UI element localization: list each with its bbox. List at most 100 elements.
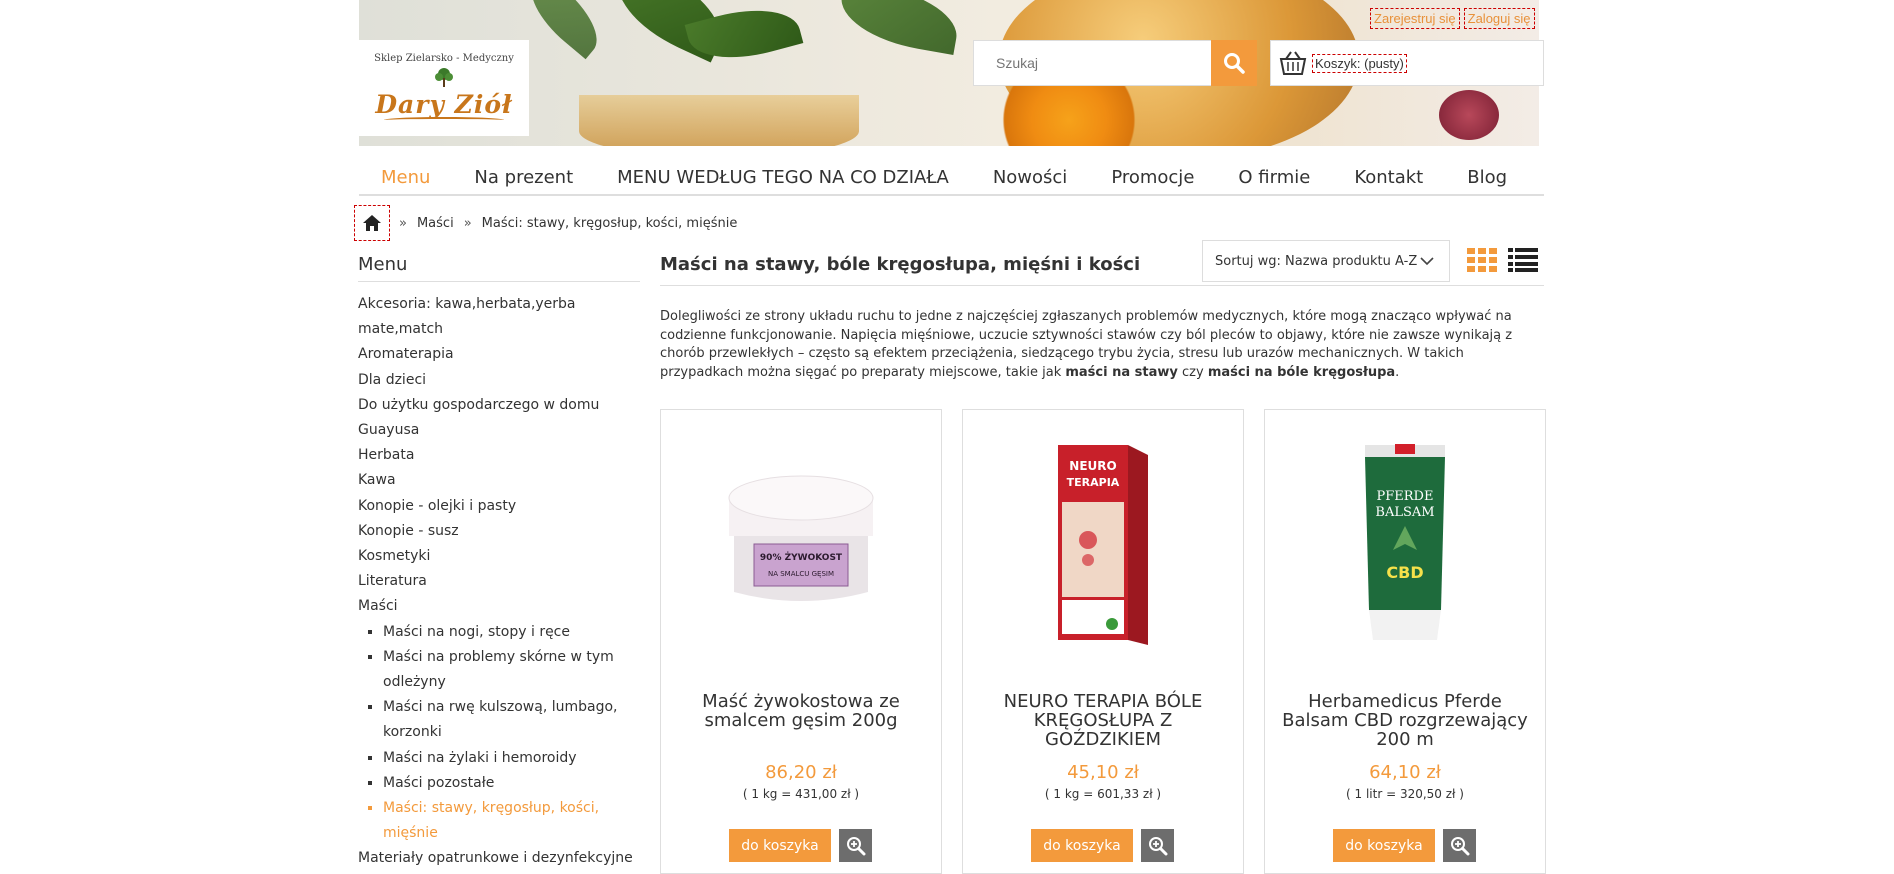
logo-tagline: Sklep Zielarsko - Medyczny	[374, 53, 514, 64]
zoom-icon	[1148, 836, 1167, 855]
category-item[interactable]: Aromaterapia	[358, 342, 640, 367]
product-image[interactable]: PFERDE BALSAM CBD	[1265, 410, 1545, 680]
sort-select-label: Sortuj wg: Nazwa produktu A-Z	[1215, 253, 1418, 269]
sidebar-title: Menu	[358, 254, 640, 282]
category-item[interactable]: Kawa	[358, 468, 640, 493]
description-bold: maści na bóle kręgosłupa	[1207, 364, 1396, 380]
cart-widget[interactable]: Koszyk: (pusty)	[1270, 40, 1544, 86]
category-item[interactable]: Konopie - olejki i pasty	[358, 494, 640, 519]
ointment-box-image: NEURO TERAPIA	[1058, 445, 1148, 645]
jar-label-sub: NA SMALCU GĘSIM	[768, 570, 834, 578]
list-view-icon[interactable]	[1508, 248, 1538, 272]
product-card[interactable]: 90% ŻYWOKOST NA SMALCU GĘSIM Maść żywoko…	[660, 409, 942, 874]
category-item[interactable]: Herbata	[358, 443, 640, 468]
nav-item-blog[interactable]: Blog	[1445, 160, 1529, 194]
category-item[interactable]: Materiały opatrunkowe i dezynfekcyjne	[358, 846, 640, 871]
box-label-main: NEURO	[1069, 459, 1116, 473]
subcategory-item[interactable]: Maści na rwę kulszową, lumbago, korzonki	[383, 695, 640, 745]
product-card[interactable]: PFERDE BALSAM CBD Herbamedicus Pferde Ba…	[1264, 409, 1546, 874]
product-price: 86,20 zł	[765, 762, 837, 783]
grid-view-icon[interactable]	[1467, 248, 1497, 272]
site-logo[interactable]: Sklep Zielarsko - Medyczny Dary Ziół	[359, 40, 529, 136]
product-name[interactable]: Maść żywokostowa ze smalcem gęsim 200g	[671, 692, 931, 730]
breadcrumb-item-masci[interactable]: Maści	[417, 216, 454, 231]
nav-item-na-prezent[interactable]: Na prezent	[452, 160, 595, 194]
product-name[interactable]: Herbamedicus Pferde Balsam CBD rozgrzewa…	[1275, 692, 1535, 749]
logo-name: Dary Ziół	[375, 90, 513, 119]
nav-item-nowosci[interactable]: Nowości	[971, 160, 1090, 194]
home-icon	[363, 215, 381, 231]
zoom-icon	[846, 836, 865, 855]
description-bold: maści na stawy	[1065, 364, 1178, 380]
category-item-masci[interactable]: Maści Maści na nogi, stopy i ręce Maści …	[358, 594, 640, 846]
main-nav: Menu Na prezent MENU WEDŁUG TEGO NA CO D…	[359, 160, 1544, 196]
tube-label-main: PFERDE	[1377, 489, 1434, 504]
sort-select[interactable]: Sortuj wg: Nazwa produktu A-Z	[1202, 240, 1450, 282]
category-item[interactable]: Konopie - susz	[358, 519, 640, 544]
category-item-label[interactable]: Maści	[358, 598, 398, 614]
quick-view-button[interactable]	[1141, 829, 1174, 862]
cart-label[interactable]: Koszyk: (pusty)	[1312, 53, 1407, 73]
chevron-down-icon	[1420, 257, 1434, 266]
nav-item-menu-wedlug[interactable]: MENU WEDŁUG TEGO NA CO DZIAŁA	[595, 160, 971, 194]
category-description: Dolegliwości ze strony układu ruchu to j…	[660, 308, 1520, 382]
login-link[interactable]: Zaloguj się	[1463, 8, 1535, 29]
page-title: Maści na stawy, bóle kręgosłupa, mięśni …	[660, 254, 1141, 275]
nav-item-menu[interactable]: Menu	[359, 160, 452, 194]
tube-label-cbd: CBD	[1386, 563, 1423, 582]
product-unit-price: ( 1 litr = 320,50 zł )	[1346, 787, 1464, 801]
box-label-sub: TERAPIA	[1067, 476, 1120, 489]
breadcrumb-item-current: Maści: stawy, kręgosłup, kości, mięśnie	[481, 215, 738, 231]
category-list: Akcesoria: kawa,herbata,yerba mate,match…	[358, 292, 640, 872]
subcategory-item-active[interactable]: Maści: stawy, kręgosłup, kości, mięśnie	[383, 796, 640, 846]
subcategory-item[interactable]: Maści na żylaki i hemoroidy	[383, 746, 640, 771]
category-item[interactable]: Akcesoria: kawa,herbata,yerba mate,match	[358, 292, 640, 342]
subcategory-list: Maści na nogi, stopy i ręce Maści na pro…	[358, 620, 640, 847]
breadcrumb-separator: »	[463, 215, 472, 231]
quick-view-button[interactable]	[839, 829, 872, 862]
category-item[interactable]: Kosmetyki	[358, 544, 640, 569]
description-text: czy	[1177, 364, 1208, 380]
product-card[interactable]: NEURO TERAPIA NEURO TERAPIA BÓLE KRĘGOSŁ…	[962, 409, 1244, 874]
basket-icon	[1279, 51, 1307, 75]
product-price: 64,10 zł	[1369, 762, 1441, 783]
logo-swoosh	[384, 117, 504, 123]
quick-view-button[interactable]	[1443, 829, 1476, 862]
tube-label-sub: BALSAM	[1375, 505, 1434, 520]
register-link[interactable]: Zarejestruj się	[1370, 8, 1460, 29]
search-input[interactable]	[973, 40, 1211, 86]
search-bar	[973, 40, 1257, 86]
balsam-tube-image: PFERDE BALSAM CBD	[1365, 444, 1445, 640]
nav-item-o-firmie[interactable]: O firmie	[1216, 160, 1332, 194]
product-image[interactable]: 90% ŻYWOKOST NA SMALCU GĘSIM	[661, 410, 941, 680]
title-divider	[660, 285, 1544, 286]
jar-label-main: 90% ŻYWOKOST	[760, 552, 843, 563]
nav-item-kontakt[interactable]: Kontakt	[1332, 160, 1445, 194]
search-icon	[1224, 53, 1245, 74]
breadcrumb-separator: »	[399, 215, 407, 231]
breadcrumb-home[interactable]	[354, 205, 390, 241]
product-image[interactable]: NEURO TERAPIA	[963, 410, 1243, 680]
category-item[interactable]: Guayusa	[358, 418, 640, 443]
zoom-icon	[1450, 836, 1469, 855]
herb-logo-icon	[435, 68, 453, 87]
product-unit-price: ( 1 kg = 601,33 zł )	[1044, 787, 1162, 801]
category-sidebar: Menu Akcesoria: kawa,herbata,yerba mate,…	[358, 254, 640, 872]
search-button[interactable]	[1211, 40, 1257, 86]
account-links: Zarejestruj się Zaloguj się	[1370, 8, 1535, 29]
nav-item-promocje[interactable]: Promocje	[1089, 160, 1216, 194]
category-item[interactable]: Dla dzieci	[358, 368, 640, 393]
subcategory-item[interactable]: Maści na problemy skórne w tym odleżyny	[383, 645, 640, 695]
subcategory-item[interactable]: Maści na nogi, stopy i ręce	[383, 620, 640, 645]
category-item[interactable]: Do użytku gospodarczego w domu	[358, 393, 640, 418]
ointment-jar-image: 90% ŻYWOKOST NA SMALCU GĘSIM	[728, 475, 874, 601]
product-name[interactable]: NEURO TERAPIA BÓLE KRĘGOSŁUPA Z GOŹDZIKI…	[973, 692, 1233, 749]
product-price: 45,10 zł	[1067, 762, 1139, 783]
add-to-cart-button[interactable]: do koszyka	[729, 829, 831, 862]
product-unit-price: ( 1 kg = 431,00 zł )	[742, 787, 860, 801]
subcategory-item[interactable]: Maści pozostałe	[383, 771, 640, 796]
add-to-cart-button[interactable]: do koszyka	[1333, 829, 1435, 862]
category-item[interactable]: Literatura	[358, 569, 640, 594]
add-to-cart-button[interactable]: do koszyka	[1031, 829, 1133, 862]
breadcrumb: » Maści » Maści: stawy, kręgosłup, kości…	[354, 205, 738, 241]
